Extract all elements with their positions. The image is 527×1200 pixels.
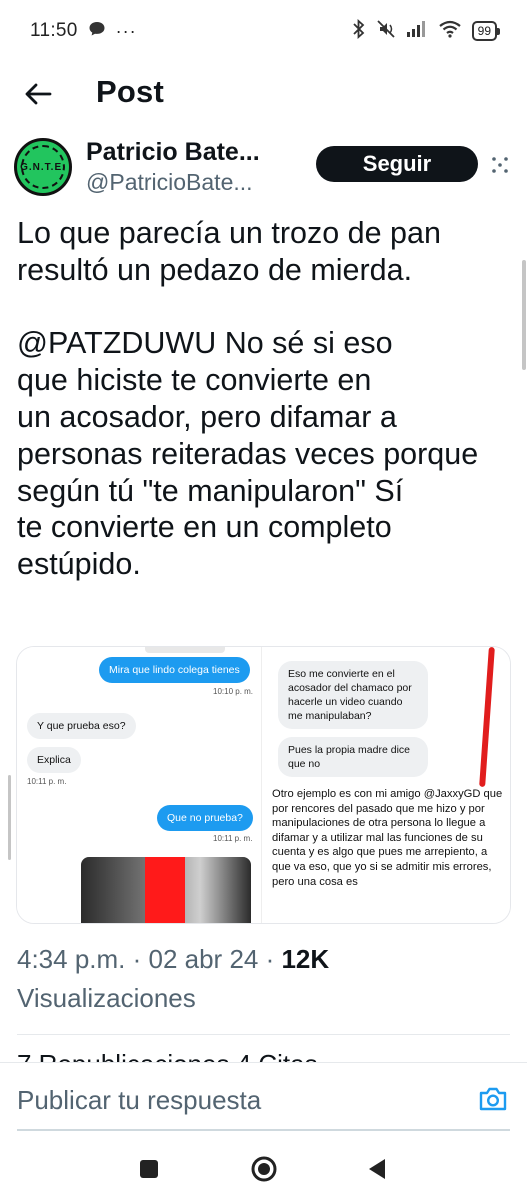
tweet-media[interactable]: Mira que lindo colega tienes 10:10 p. m.… bbox=[16, 646, 511, 924]
arrow-left-icon bbox=[25, 83, 52, 105]
system-nav-bar bbox=[0, 1140, 527, 1200]
tweet-metadata: 4:34 p.m. · 02 abr 24 · 12K bbox=[17, 944, 329, 975]
more-dots-icon: ··· bbox=[115, 20, 137, 41]
reply-bar: Publicar tu respuesta bbox=[0, 1062, 527, 1140]
square-icon bbox=[140, 1160, 158, 1178]
views-count: 12K bbox=[281, 944, 330, 974]
media-scrollbar bbox=[8, 775, 11, 860]
chat-bubble-incoming: Pues la propia madre dice que no bbox=[278, 737, 428, 777]
wifi-icon bbox=[438, 20, 462, 43]
home-button[interactable] bbox=[249, 1154, 279, 1184]
author-handle[interactable]: @PatricioBate... bbox=[86, 169, 253, 196]
media-image-right[interactable]: Eso me convierte en el acosador del cham… bbox=[266, 647, 510, 923]
tweet-text: Lo que parecía un trozo de pan resultó u… bbox=[17, 216, 479, 582]
camera-button[interactable] bbox=[478, 1085, 512, 1119]
status-time: 11:50 bbox=[30, 20, 78, 41]
chat-bubble-incoming: Y que prueba eso? bbox=[27, 713, 136, 739]
more-vertical-icon bbox=[492, 157, 508, 173]
tweet-timestamp: 4:34 p.m. · 02 abr 24 · bbox=[17, 944, 282, 974]
chat-bubble-outgoing: Que no prueba? bbox=[157, 805, 253, 831]
bluetooth-icon bbox=[352, 18, 366, 44]
cropped-bubble bbox=[145, 647, 225, 653]
chat-timestamp: 10:10 p. m. bbox=[213, 687, 254, 696]
red-marker-line bbox=[479, 647, 495, 788]
engagement-stats[interactable]: 7 Republicaciones 4 Citas bbox=[17, 1046, 318, 1062]
chat-timestamp: 10:11 p. m. bbox=[27, 777, 67, 786]
censored-photo bbox=[81, 857, 251, 923]
circle-icon bbox=[251, 1156, 277, 1182]
author-name[interactable]: Patricio Bate... bbox=[86, 138, 260, 167]
chat-timestamp: 10:11 p. m. bbox=[213, 834, 253, 843]
avatar[interactable]: G.N.T.E. bbox=[14, 138, 72, 196]
top-bar: Post bbox=[0, 62, 527, 124]
status-bar: 11:50 ··· 99 bbox=[0, 0, 527, 62]
battery-indicator: 99 bbox=[471, 21, 501, 41]
screenshot-note-text: Otro ejemplo es con mi amigo @JaxxyGD qu… bbox=[272, 788, 503, 888]
reply-underline bbox=[17, 1129, 510, 1131]
triangle-back-icon bbox=[369, 1159, 385, 1179]
page-title: Post bbox=[96, 74, 164, 109]
media-image-left[interactable]: Mira que lindo colega tienes 10:10 p. m.… bbox=[17, 647, 262, 923]
back-button[interactable] bbox=[20, 76, 56, 112]
divider bbox=[17, 1034, 510, 1035]
author-row: G.N.T.E. Patricio Bate... @PatricioBate.… bbox=[0, 136, 527, 206]
avatar-logo-text: G.N.T.E. bbox=[20, 161, 66, 173]
signal-icon bbox=[406, 20, 428, 43]
more-options-button[interactable] bbox=[485, 150, 515, 180]
system-back-button[interactable] bbox=[362, 1154, 392, 1184]
chat-bubble-outgoing: Mira que lindo colega tienes bbox=[99, 657, 250, 683]
chat-bubble-incoming: Explica bbox=[27, 747, 81, 773]
red-censor-block bbox=[145, 857, 185, 923]
camera-icon bbox=[479, 1087, 507, 1111]
chat-bubble-incoming: Eso me convierte en el acosador del cham… bbox=[278, 661, 428, 729]
reply-input[interactable]: Publicar tu respuesta bbox=[17, 1085, 261, 1116]
follow-button[interactable]: Seguir bbox=[316, 146, 478, 182]
mute-icon bbox=[376, 19, 396, 44]
chat-bubble-icon bbox=[88, 20, 106, 43]
scrollbar[interactable] bbox=[522, 260, 526, 370]
recents-button[interactable] bbox=[134, 1154, 164, 1184]
views-label: Visualizaciones bbox=[17, 983, 196, 1013]
